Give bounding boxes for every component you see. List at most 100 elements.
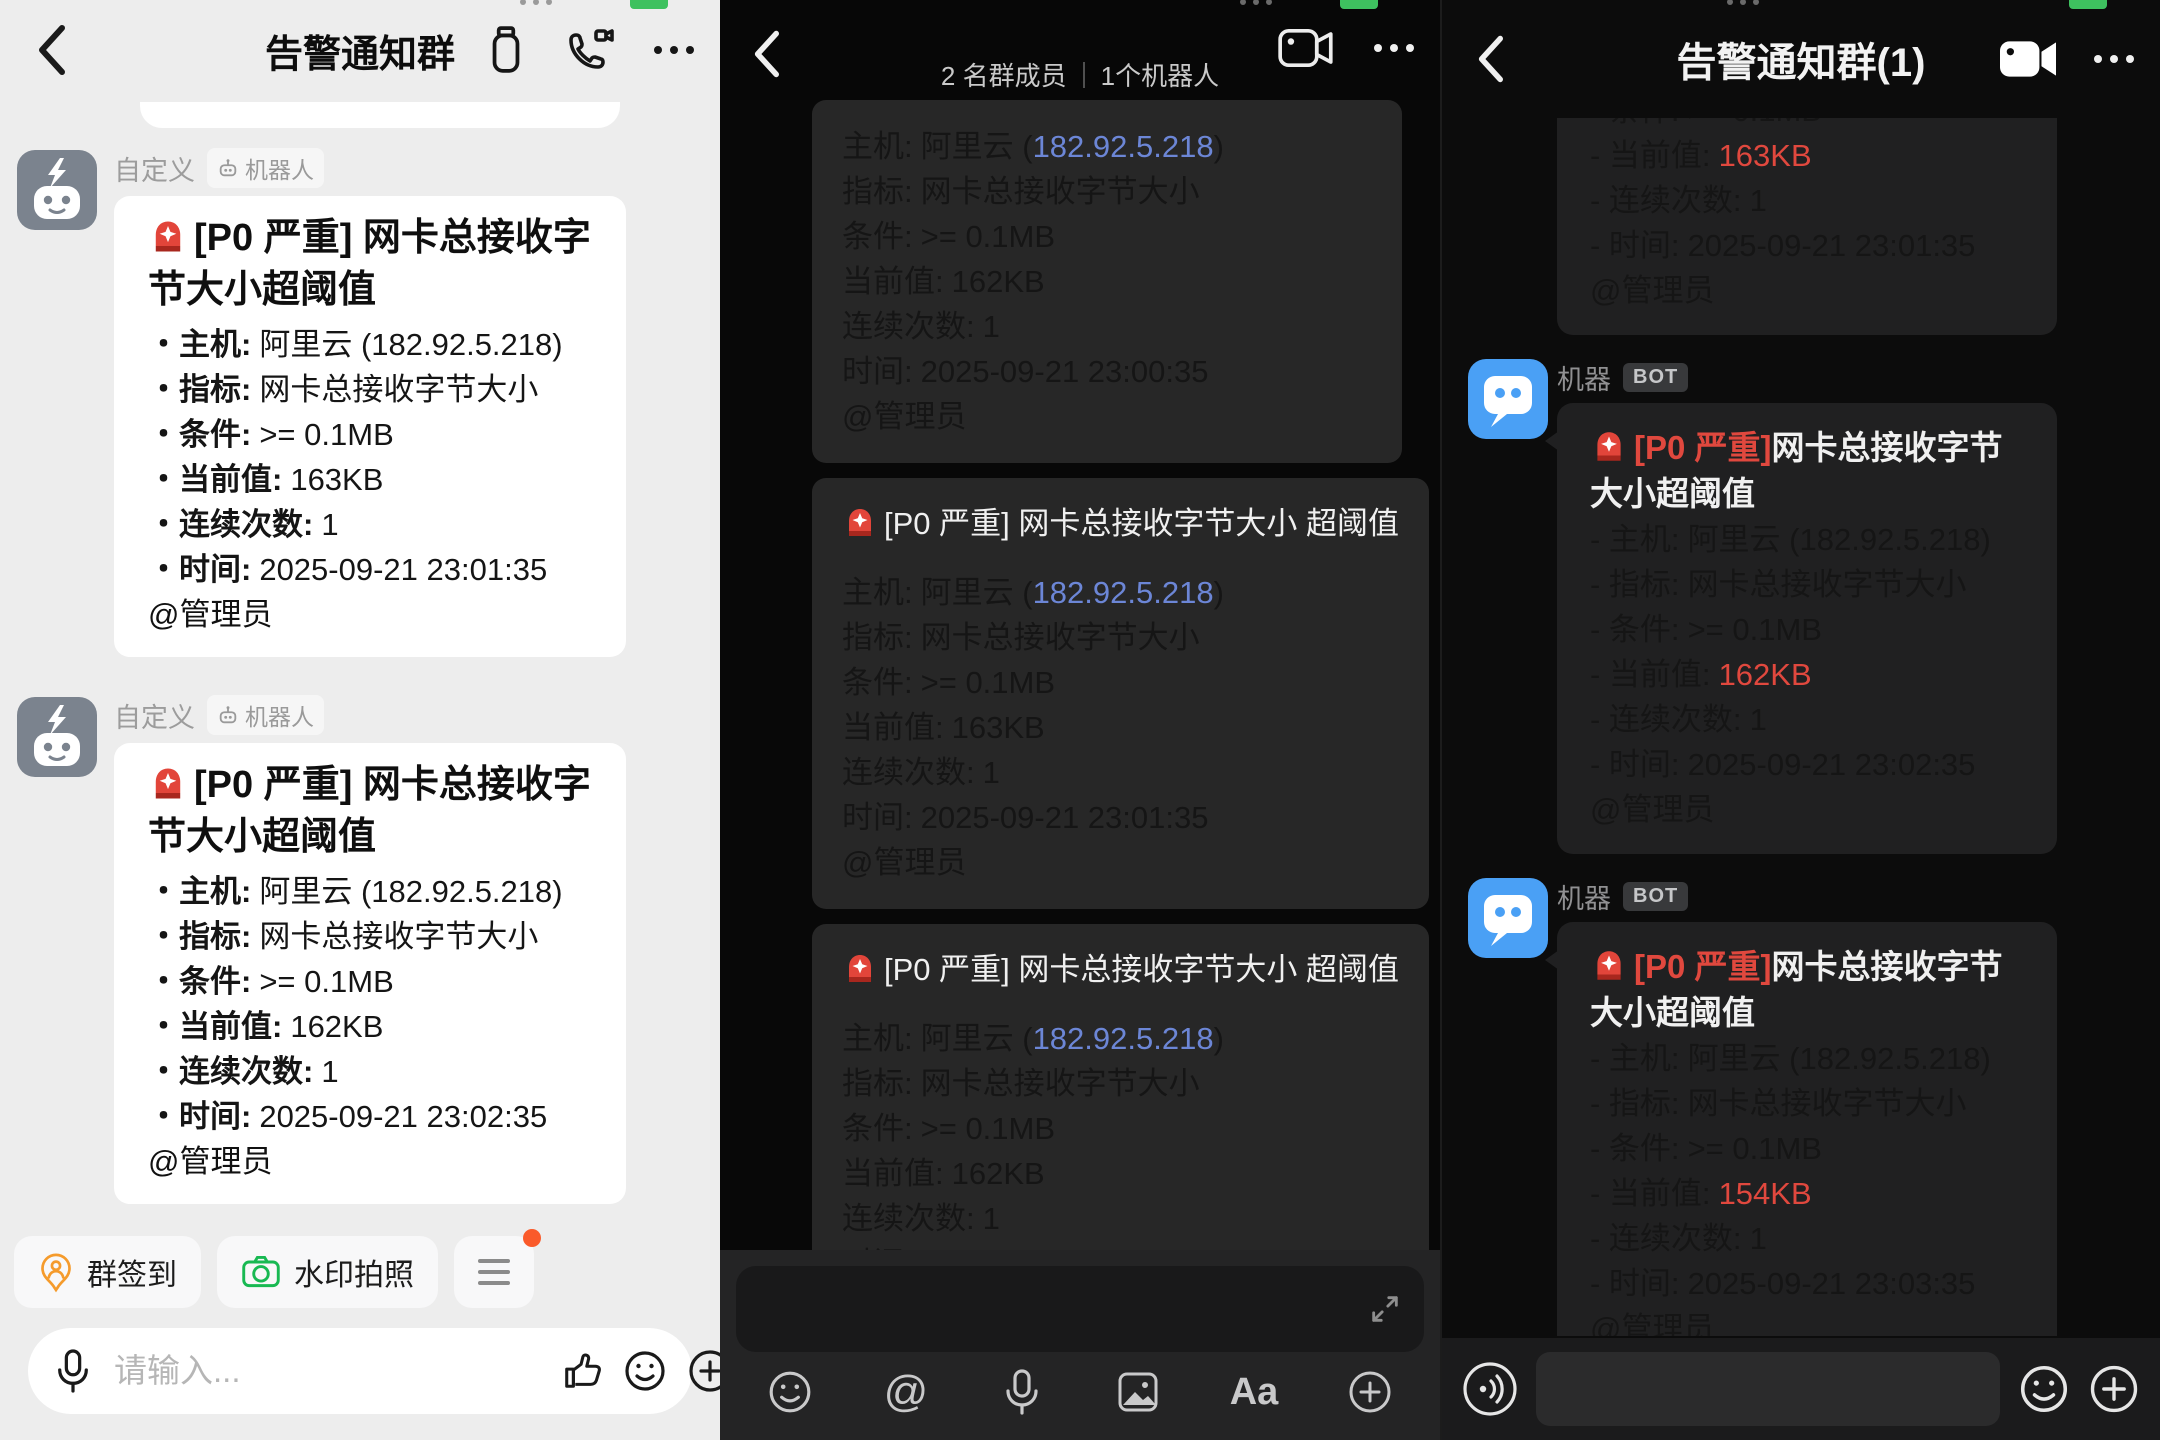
mention-admin: @管理员 bbox=[148, 592, 592, 637]
alert-field: ・条件:>= 0.1MB bbox=[148, 412, 592, 457]
more-tools-button[interactable] bbox=[454, 1236, 534, 1308]
emoji-button[interactable] bbox=[764, 1369, 816, 1415]
alert-field: 时间:2025-09-21 23:01:35 bbox=[842, 795, 1399, 840]
plus-circle-icon bbox=[2088, 1363, 2140, 1415]
image-icon bbox=[1115, 1369, 1161, 1415]
alert-field: 主机:阿里云 (182.92.5.218) bbox=[842, 1016, 1399, 1061]
alert-field: ・主机:阿里云 (182.92.5.218) bbox=[148, 869, 592, 914]
mic-icon bbox=[1002, 1368, 1042, 1416]
watermark-camera-button[interactable]: 水印拍照 bbox=[217, 1236, 438, 1308]
text-format-button[interactable]: Aa bbox=[1228, 1371, 1280, 1414]
mention-admin: @管理员 bbox=[842, 394, 1372, 439]
thumbs-up-icon bbox=[561, 1350, 603, 1392]
alert-field: 连续次数:1 bbox=[842, 750, 1399, 795]
siren-icon bbox=[148, 763, 188, 803]
bubble-tail bbox=[1545, 950, 1559, 970]
sender-name: 自定义 bbox=[114, 149, 195, 188]
attach-button[interactable] bbox=[687, 1348, 720, 1394]
text-input[interactable] bbox=[1536, 1352, 2000, 1426]
camera-icon bbox=[241, 1254, 281, 1290]
alert-field: - 主机:阿里云 (182.92.5.218) bbox=[1590, 1036, 2024, 1081]
video-camera-filled-icon bbox=[2000, 39, 2056, 79]
text-input[interactable] bbox=[112, 1351, 541, 1391]
mention-admin: @管理员 bbox=[1590, 1306, 2024, 1336]
chat-panel-dark-wechat: 告警通知群(1) - 条件:>= 0.1MB - 当前值:163KB - 连续次… bbox=[1440, 0, 2160, 1440]
alert-field: - 当前值:162KB bbox=[1590, 652, 2024, 697]
status-bar-remnant bbox=[520, 0, 668, 11]
alert-field: - 当前值:154KB bbox=[1590, 1171, 2024, 1216]
alert-field: ・时间:2025-09-21 23:02:35 bbox=[148, 1094, 592, 1139]
alert-field: ・指标:网卡总接收字节大小 bbox=[148, 367, 592, 412]
text-input[interactable] bbox=[736, 1266, 1424, 1352]
robot-badge: 机器人 bbox=[207, 695, 324, 735]
more-button[interactable] bbox=[654, 46, 694, 54]
thumbs-up-button[interactable] bbox=[561, 1350, 603, 1392]
attach-button[interactable] bbox=[2088, 1363, 2140, 1415]
mention-button[interactable]: @ bbox=[880, 1370, 932, 1414]
image-button[interactable] bbox=[1112, 1369, 1164, 1415]
alert-field: - 指标:网卡总接收字节大小 bbox=[1590, 562, 2024, 607]
alert-field: - 连续次数:1 bbox=[1590, 697, 2024, 742]
group-signin-button[interactable]: 群签到 bbox=[14, 1236, 201, 1308]
voice-wave-icon bbox=[1462, 1361, 1518, 1417]
member-count: 2 名群成员 bbox=[941, 56, 1067, 93]
bot-message: 机器 BOT [P0 严重]网卡总接收字节大小超阈值 - 主机:阿里云 (182… bbox=[1442, 878, 2160, 1336]
sender-name: 机器 bbox=[1557, 877, 1611, 916]
emoji-button[interactable] bbox=[623, 1349, 667, 1393]
bot-badge: BOT bbox=[1623, 882, 1688, 911]
chat-header: 2 名群成员 1个机器人 bbox=[720, 0, 1440, 100]
flask-tool-button[interactable] bbox=[486, 25, 526, 75]
bot-avatar[interactable] bbox=[17, 697, 97, 777]
quick-actions: 群签到 水印拍照 bbox=[14, 1236, 534, 1308]
status-dots-icon bbox=[520, 0, 552, 5]
ip-link[interactable]: 182.92.5.218 bbox=[1033, 575, 1214, 610]
sender-name: 自定义 bbox=[114, 696, 195, 735]
alert-bubble: [P0 严重] 网卡总接收字节大小 超阈值 主机:阿里云 (182.92.5.2… bbox=[812, 924, 1429, 1250]
battery-icon bbox=[1340, 0, 1378, 9]
more-attach-button[interactable] bbox=[1344, 1369, 1396, 1415]
mic-button[interactable] bbox=[54, 1348, 92, 1394]
alert-field: ・连续次数:1 bbox=[148, 1049, 592, 1094]
bot-avatar[interactable] bbox=[17, 150, 97, 230]
message-list: 自定义 机器人 [P0 严重] 网卡总接收字节大小超阈值 ・主机:阿里云 (18… bbox=[0, 100, 720, 1290]
more-button[interactable] bbox=[2094, 55, 2134, 63]
more-button[interactable] bbox=[1374, 44, 1414, 52]
video-call-button[interactable] bbox=[2000, 39, 2056, 79]
bot-avatar[interactable] bbox=[1468, 878, 1548, 958]
emoji-button[interactable] bbox=[2018, 1363, 2070, 1415]
bot-avatar[interactable] bbox=[1468, 359, 1548, 439]
bot-badge: BOT bbox=[1623, 363, 1688, 392]
location-person-icon bbox=[38, 1251, 74, 1293]
alert-field: ・指标:网卡总接收字节大小 bbox=[148, 914, 592, 959]
robot-badge-icon bbox=[217, 704, 239, 726]
back-button[interactable] bbox=[34, 22, 68, 78]
alert-field: - 条件:>= 0.1MB bbox=[1590, 607, 2024, 652]
alert-card: [P0 严重] 网卡总接收字节大小超阈值 ・主机:阿里云 (182.92.5.2… bbox=[114, 196, 626, 657]
alert-field: 条件:>= 0.1MB bbox=[842, 1106, 1399, 1151]
mic-button[interactable] bbox=[996, 1368, 1048, 1416]
alert-field: ・时间:2025-09-21 23:01:35 bbox=[148, 547, 592, 592]
video-camera-icon bbox=[1278, 26, 1334, 70]
alert-field: 条件:>= 0.1MB bbox=[842, 214, 1372, 259]
status-bar-remnant bbox=[1727, 0, 2107, 11]
flask-icon bbox=[486, 25, 526, 75]
back-button[interactable] bbox=[1474, 33, 1506, 85]
alert-field: 条件:>= 0.1MB bbox=[842, 660, 1399, 705]
bubble-tail bbox=[1545, 431, 1559, 451]
voice-message-button[interactable] bbox=[1462, 1361, 1518, 1417]
mention-admin: @管理员 bbox=[842, 840, 1399, 885]
ip-link[interactable]: 182.92.5.218 bbox=[1033, 129, 1214, 164]
input-area: @ Aa bbox=[720, 1250, 1440, 1440]
alert-title: [P0 严重]网卡总接收字节大小超阈值 bbox=[1590, 425, 2024, 517]
alert-field: - 指标:网卡总接收字节大小 bbox=[1590, 1081, 2024, 1126]
voice-video-call-button[interactable] bbox=[564, 25, 616, 75]
ip-link[interactable]: 182.92.5.218 bbox=[1033, 1021, 1214, 1056]
robot-avatar-icon bbox=[17, 150, 97, 230]
alert-card: [P0 严重] 网卡总接收字节大小超阈值 ・主机:阿里云 (182.92.5.2… bbox=[114, 743, 626, 1204]
video-call-button[interactable] bbox=[1278, 26, 1334, 70]
alert-title: [P0 严重] 网卡总接收字节大小 超阈值 bbox=[842, 502, 1399, 546]
robot-avatar-icon bbox=[17, 697, 97, 777]
divider bbox=[1083, 62, 1085, 88]
expand-input-button[interactable] bbox=[1368, 1292, 1402, 1326]
bot-message: 机器 BOT [P0 严重]网卡总接收字节大小超阈值 - 主机:阿里云 (182… bbox=[1442, 359, 2160, 854]
